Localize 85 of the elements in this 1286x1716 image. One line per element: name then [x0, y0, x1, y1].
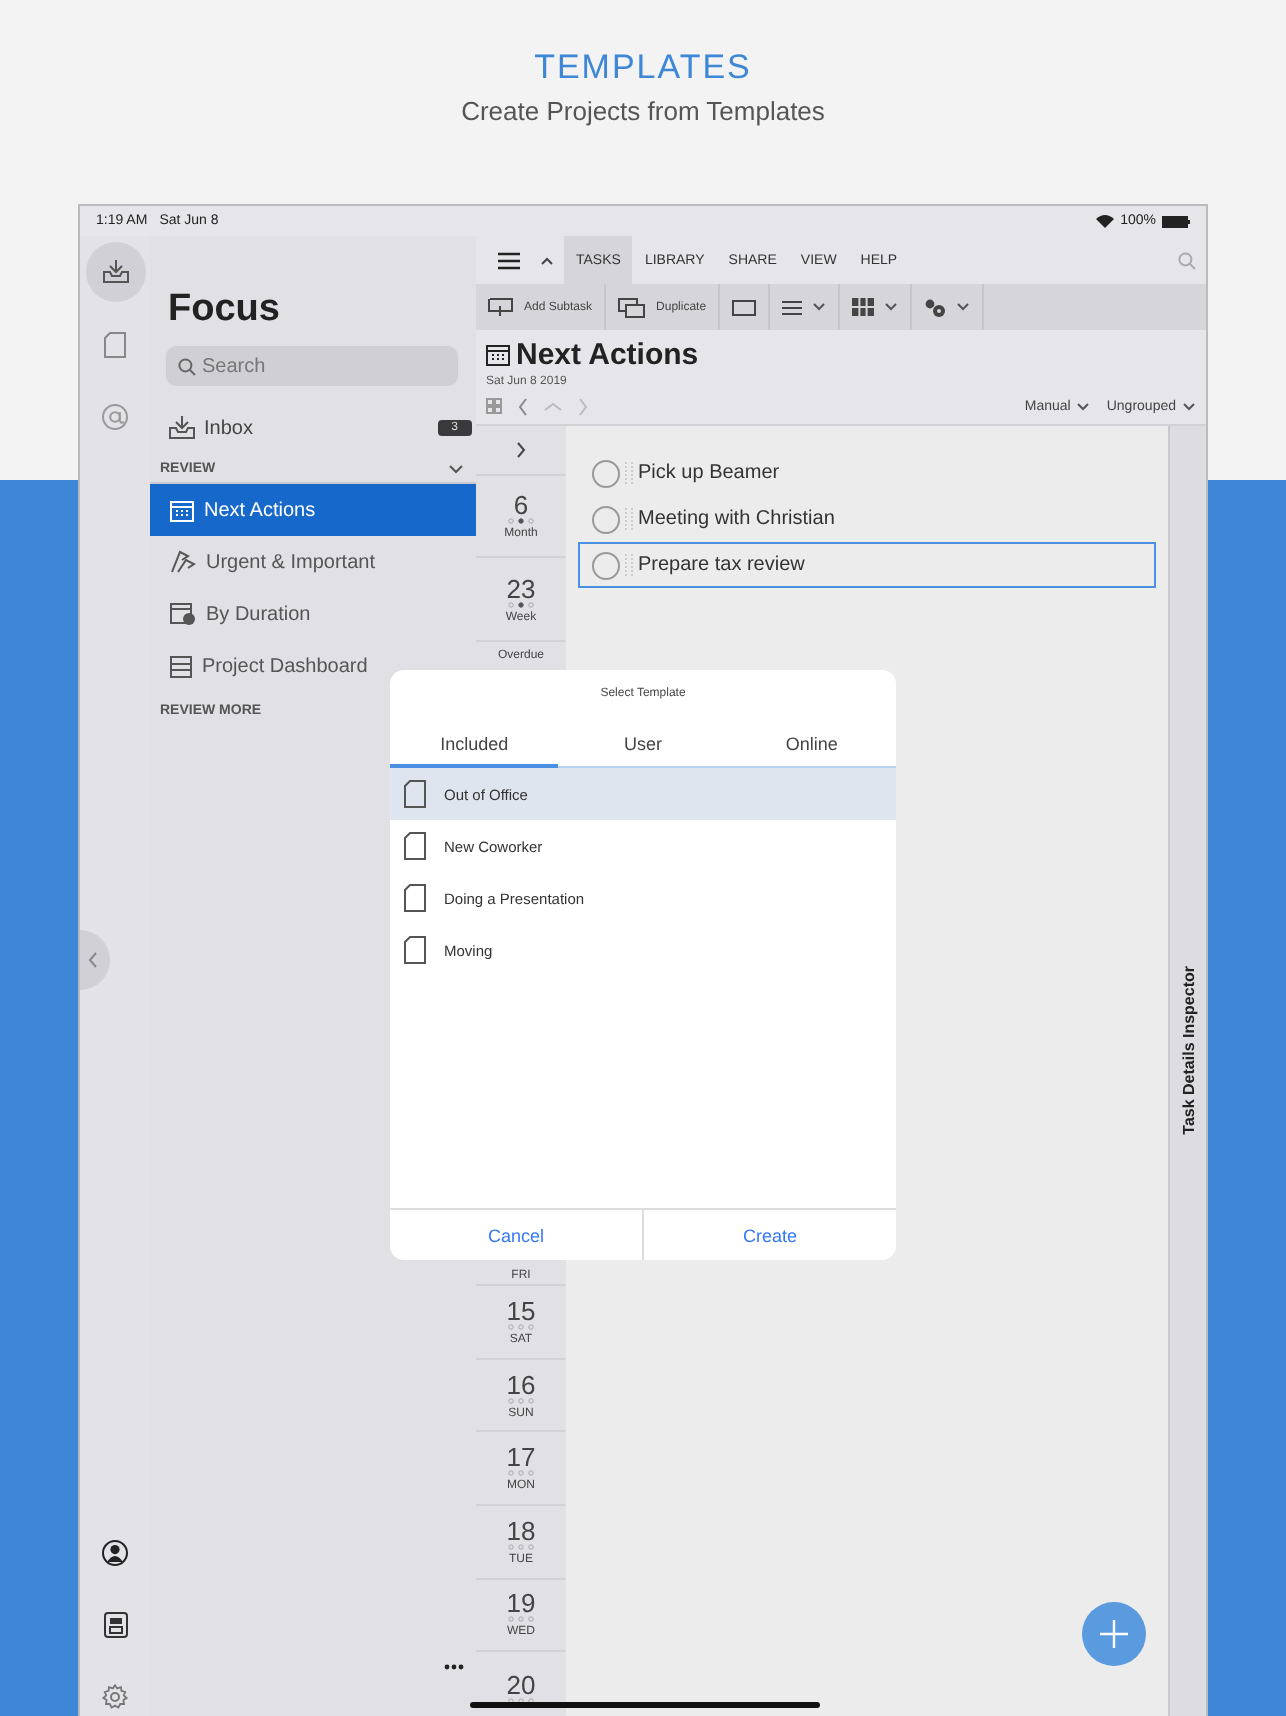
- person-icon: [102, 1539, 128, 1565]
- dialog-tab[interactable]: Online: [727, 720, 896, 768]
- task-title: Prepare tax review: [638, 554, 805, 576]
- calendar-clock-icon: [170, 602, 196, 626]
- document-icon: [404, 780, 426, 808]
- calendar-number: 16: [506, 1371, 536, 1398]
- menu-icon[interactable]: [498, 251, 520, 269]
- flags-icon: [170, 550, 196, 574]
- duplicate-icon: [618, 297, 647, 317]
- calendar-number: 20: [506, 1672, 536, 1699]
- caret-icon: [884, 302, 899, 312]
- plus-icon: [1100, 1620, 1128, 1648]
- caret-icon: [1182, 401, 1196, 411]
- back-icon[interactable]: [518, 397, 528, 415]
- dots-indicator-icon: [508, 518, 534, 525]
- dots-indicator-icon: [508, 1616, 534, 1623]
- more-icon[interactable]: [444, 1664, 464, 1670]
- dots-indicator-icon: [508, 601, 534, 608]
- calendar-icon: [170, 499, 194, 521]
- up-icon[interactable]: [544, 401, 562, 411]
- dots-indicator-icon: [508, 1698, 534, 1705]
- list-icon: [782, 299, 803, 315]
- chevron-left-icon: [88, 952, 98, 968]
- sidebar-tab[interactable]: [85, 242, 145, 302]
- task-title: Meeting with Christian: [638, 508, 835, 530]
- dots-indicator-icon: [508, 1397, 534, 1404]
- chevron-right-icon[interactable]: [516, 441, 526, 458]
- sidebar-item[interactable]: Next Actions: [150, 484, 476, 536]
- dots-indicator-icon: [508, 1323, 534, 1330]
- calendar-number: 18: [506, 1517, 536, 1544]
- stack-icon: [170, 655, 192, 677]
- calendar-number: 19: [506, 1590, 536, 1617]
- grid-icon: [852, 298, 875, 316]
- create-button[interactable]: Create: [642, 1210, 896, 1260]
- inbox-label[interactable]: Inbox: [204, 417, 253, 439]
- cancel-button[interactable]: Cancel: [390, 1210, 642, 1260]
- task-title: Pick up Beamer: [638, 462, 780, 484]
- drag-handle-icon[interactable]: [624, 462, 634, 484]
- document-icon: [404, 832, 426, 860]
- grid-icon[interactable]: [486, 398, 502, 414]
- task-checkbox[interactable]: [592, 551, 620, 579]
- search-icon[interactable]: [1178, 251, 1196, 269]
- caret-icon: [1076, 401, 1091, 411]
- battery-icon: [1162, 215, 1190, 227]
- document-icon: [404, 936, 426, 964]
- search-field[interactable]: Search: [166, 346, 458, 386]
- subtask-icon: [488, 297, 514, 317]
- caret-icon: [956, 302, 971, 312]
- document-icon: [404, 884, 426, 912]
- inbox-icon: [101, 260, 129, 284]
- sidebar-item[interactable]: Urgent & Important: [150, 536, 476, 588]
- drag-handle-icon[interactable]: [624, 554, 634, 576]
- wifi-icon: [1096, 214, 1115, 228]
- task-checkbox[interactable]: [592, 459, 620, 487]
- gears-icon: [924, 297, 947, 317]
- dialog-tab[interactable]: User: [558, 720, 728, 768]
- caret-up-icon[interactable]: [540, 255, 554, 265]
- calendar-number: 17: [506, 1444, 536, 1471]
- at-sign-icon: [102, 403, 128, 429]
- drag-handle-icon[interactable]: [624, 508, 634, 530]
- page-subtitle: Create Projects from Templates: [461, 96, 825, 126]
- chevron-icon[interactable]: [448, 463, 464, 473]
- sidebar-item[interactable]: Project Dashboard: [150, 640, 476, 692]
- calendar-number: 23: [506, 575, 536, 602]
- task-row[interactable]: Pick up Beamer: [578, 450, 1156, 496]
- dots-indicator-icon: [508, 1470, 534, 1477]
- forward-icon[interactable]: [578, 397, 588, 415]
- inspector-label[interactable]: Task Details Inspector: [1179, 966, 1197, 1135]
- calendar-icon: [486, 344, 510, 366]
- device-icon: [103, 1611, 127, 1637]
- inbox-icon: [168, 416, 196, 440]
- perspective-title: Next Actions: [516, 338, 699, 372]
- task-row[interactable]: Prepare tax review: [578, 542, 1156, 588]
- caret-icon: [812, 302, 827, 312]
- settings-icon: [102, 1683, 128, 1709]
- dots-indicator-icon: [508, 1543, 534, 1550]
- frame-icon: [732, 299, 757, 315]
- sidebar-item[interactable]: By Duration: [150, 588, 476, 640]
- page-title: TEMPLATES: [534, 48, 752, 88]
- document-icon: [104, 331, 126, 357]
- calendar-number: 6: [513, 492, 529, 519]
- task-row[interactable]: Meeting with Christian: [578, 496, 1156, 542]
- calendar-number: 15: [506, 1297, 536, 1324]
- sidebar-title: Focus: [166, 286, 282, 334]
- task-checkbox[interactable]: [592, 505, 620, 533]
